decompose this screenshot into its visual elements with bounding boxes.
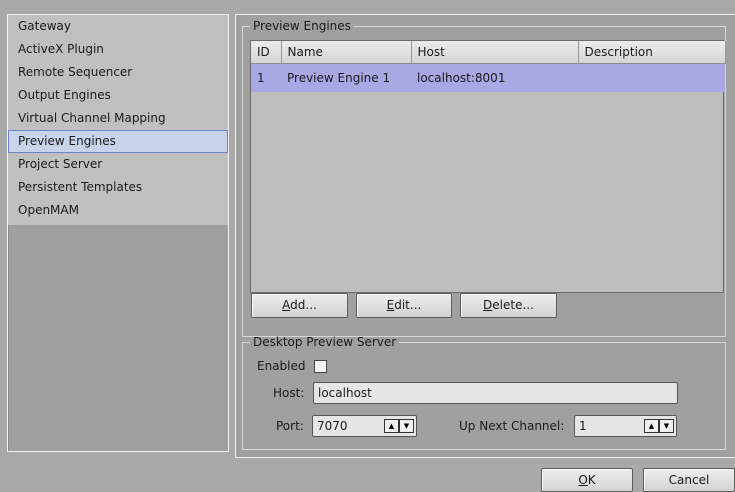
cell-id: 1 xyxy=(251,63,281,92)
port-stepper[interactable]: 7070 ▲ ▼ xyxy=(312,415,417,437)
cell-name: Preview Engine 1 xyxy=(281,63,411,92)
spin-up-icon[interactable]: ▲ xyxy=(384,419,399,433)
sidebar-item-gateway[interactable]: Gateway xyxy=(8,15,228,38)
table-row[interactable]: 1 Preview Engine 1 localhost:8001 xyxy=(251,63,725,92)
port-value: 7070 xyxy=(317,419,348,433)
sidebar-item-output-engines[interactable]: Output Engines xyxy=(8,84,228,107)
column-header-host[interactable]: Host xyxy=(411,41,579,64)
up-next-channel-value: 1 xyxy=(579,419,587,433)
ok-button[interactable]: OK xyxy=(541,468,633,492)
sidebar-item-virtual-channel-mapping[interactable]: Virtual Channel Mapping xyxy=(8,107,228,130)
host-label: Host: xyxy=(273,386,305,400)
sidebar-item-activex-plugin[interactable]: ActiveX Plugin xyxy=(8,38,228,61)
port-label: Port: xyxy=(276,419,304,433)
settings-category-list: Gateway ActiveX Plugin Remote Sequencer … xyxy=(7,14,229,452)
enabled-label: Enabled xyxy=(257,359,306,373)
edit-button[interactable]: Edit... xyxy=(356,293,452,318)
preview-engines-table: ID Name Host Description 1 Preview Engin… xyxy=(250,40,726,293)
sidebar-item-remote-sequencer[interactable]: Remote Sequencer xyxy=(8,61,228,84)
column-header-name[interactable]: Name xyxy=(281,41,412,64)
add-button[interactable]: Add... xyxy=(251,293,348,318)
table-header-row: ID Name Host Description xyxy=(251,41,726,64)
cancel-button[interactable]: Cancel xyxy=(643,468,735,492)
column-header-id[interactable]: ID xyxy=(251,41,282,64)
sidebar-item-openmam[interactable]: OpenMAM xyxy=(8,199,228,222)
delete-button[interactable]: Delete... xyxy=(460,293,557,318)
up-next-channel-label: Up Next Channel: xyxy=(459,419,565,433)
cell-description xyxy=(578,63,725,92)
column-header-description[interactable]: Description xyxy=(578,41,726,64)
spin-down-icon[interactable]: ▼ xyxy=(399,419,414,433)
sidebar-item-project-server[interactable]: Project Server xyxy=(8,153,228,176)
up-next-spin-buttons[interactable]: ▲ ▼ xyxy=(644,419,674,433)
cell-host: localhost:8001 xyxy=(411,63,578,92)
up-next-channel-stepper[interactable]: 1 ▲ ▼ xyxy=(574,415,677,437)
host-input[interactable]: localhost xyxy=(313,382,678,404)
category-items: Gateway ActiveX Plugin Remote Sequencer … xyxy=(8,15,228,225)
spin-up-icon[interactable]: ▲ xyxy=(644,419,659,433)
sidebar-item-persistent-templates[interactable]: Persistent Templates xyxy=(8,176,228,199)
sidebar-item-preview-engines[interactable]: Preview Engines xyxy=(8,130,228,153)
spin-down-icon[interactable]: ▼ xyxy=(659,419,674,433)
desktop-preview-server-title: Desktop Preview Server xyxy=(253,335,397,349)
port-spin-buttons[interactable]: ▲ ▼ xyxy=(384,419,414,433)
preview-engines-title: Preview Engines xyxy=(253,19,351,33)
settings-panel: Preview Engines ID Name Host Description… xyxy=(235,14,735,458)
enabled-checkbox[interactable] xyxy=(314,360,327,373)
